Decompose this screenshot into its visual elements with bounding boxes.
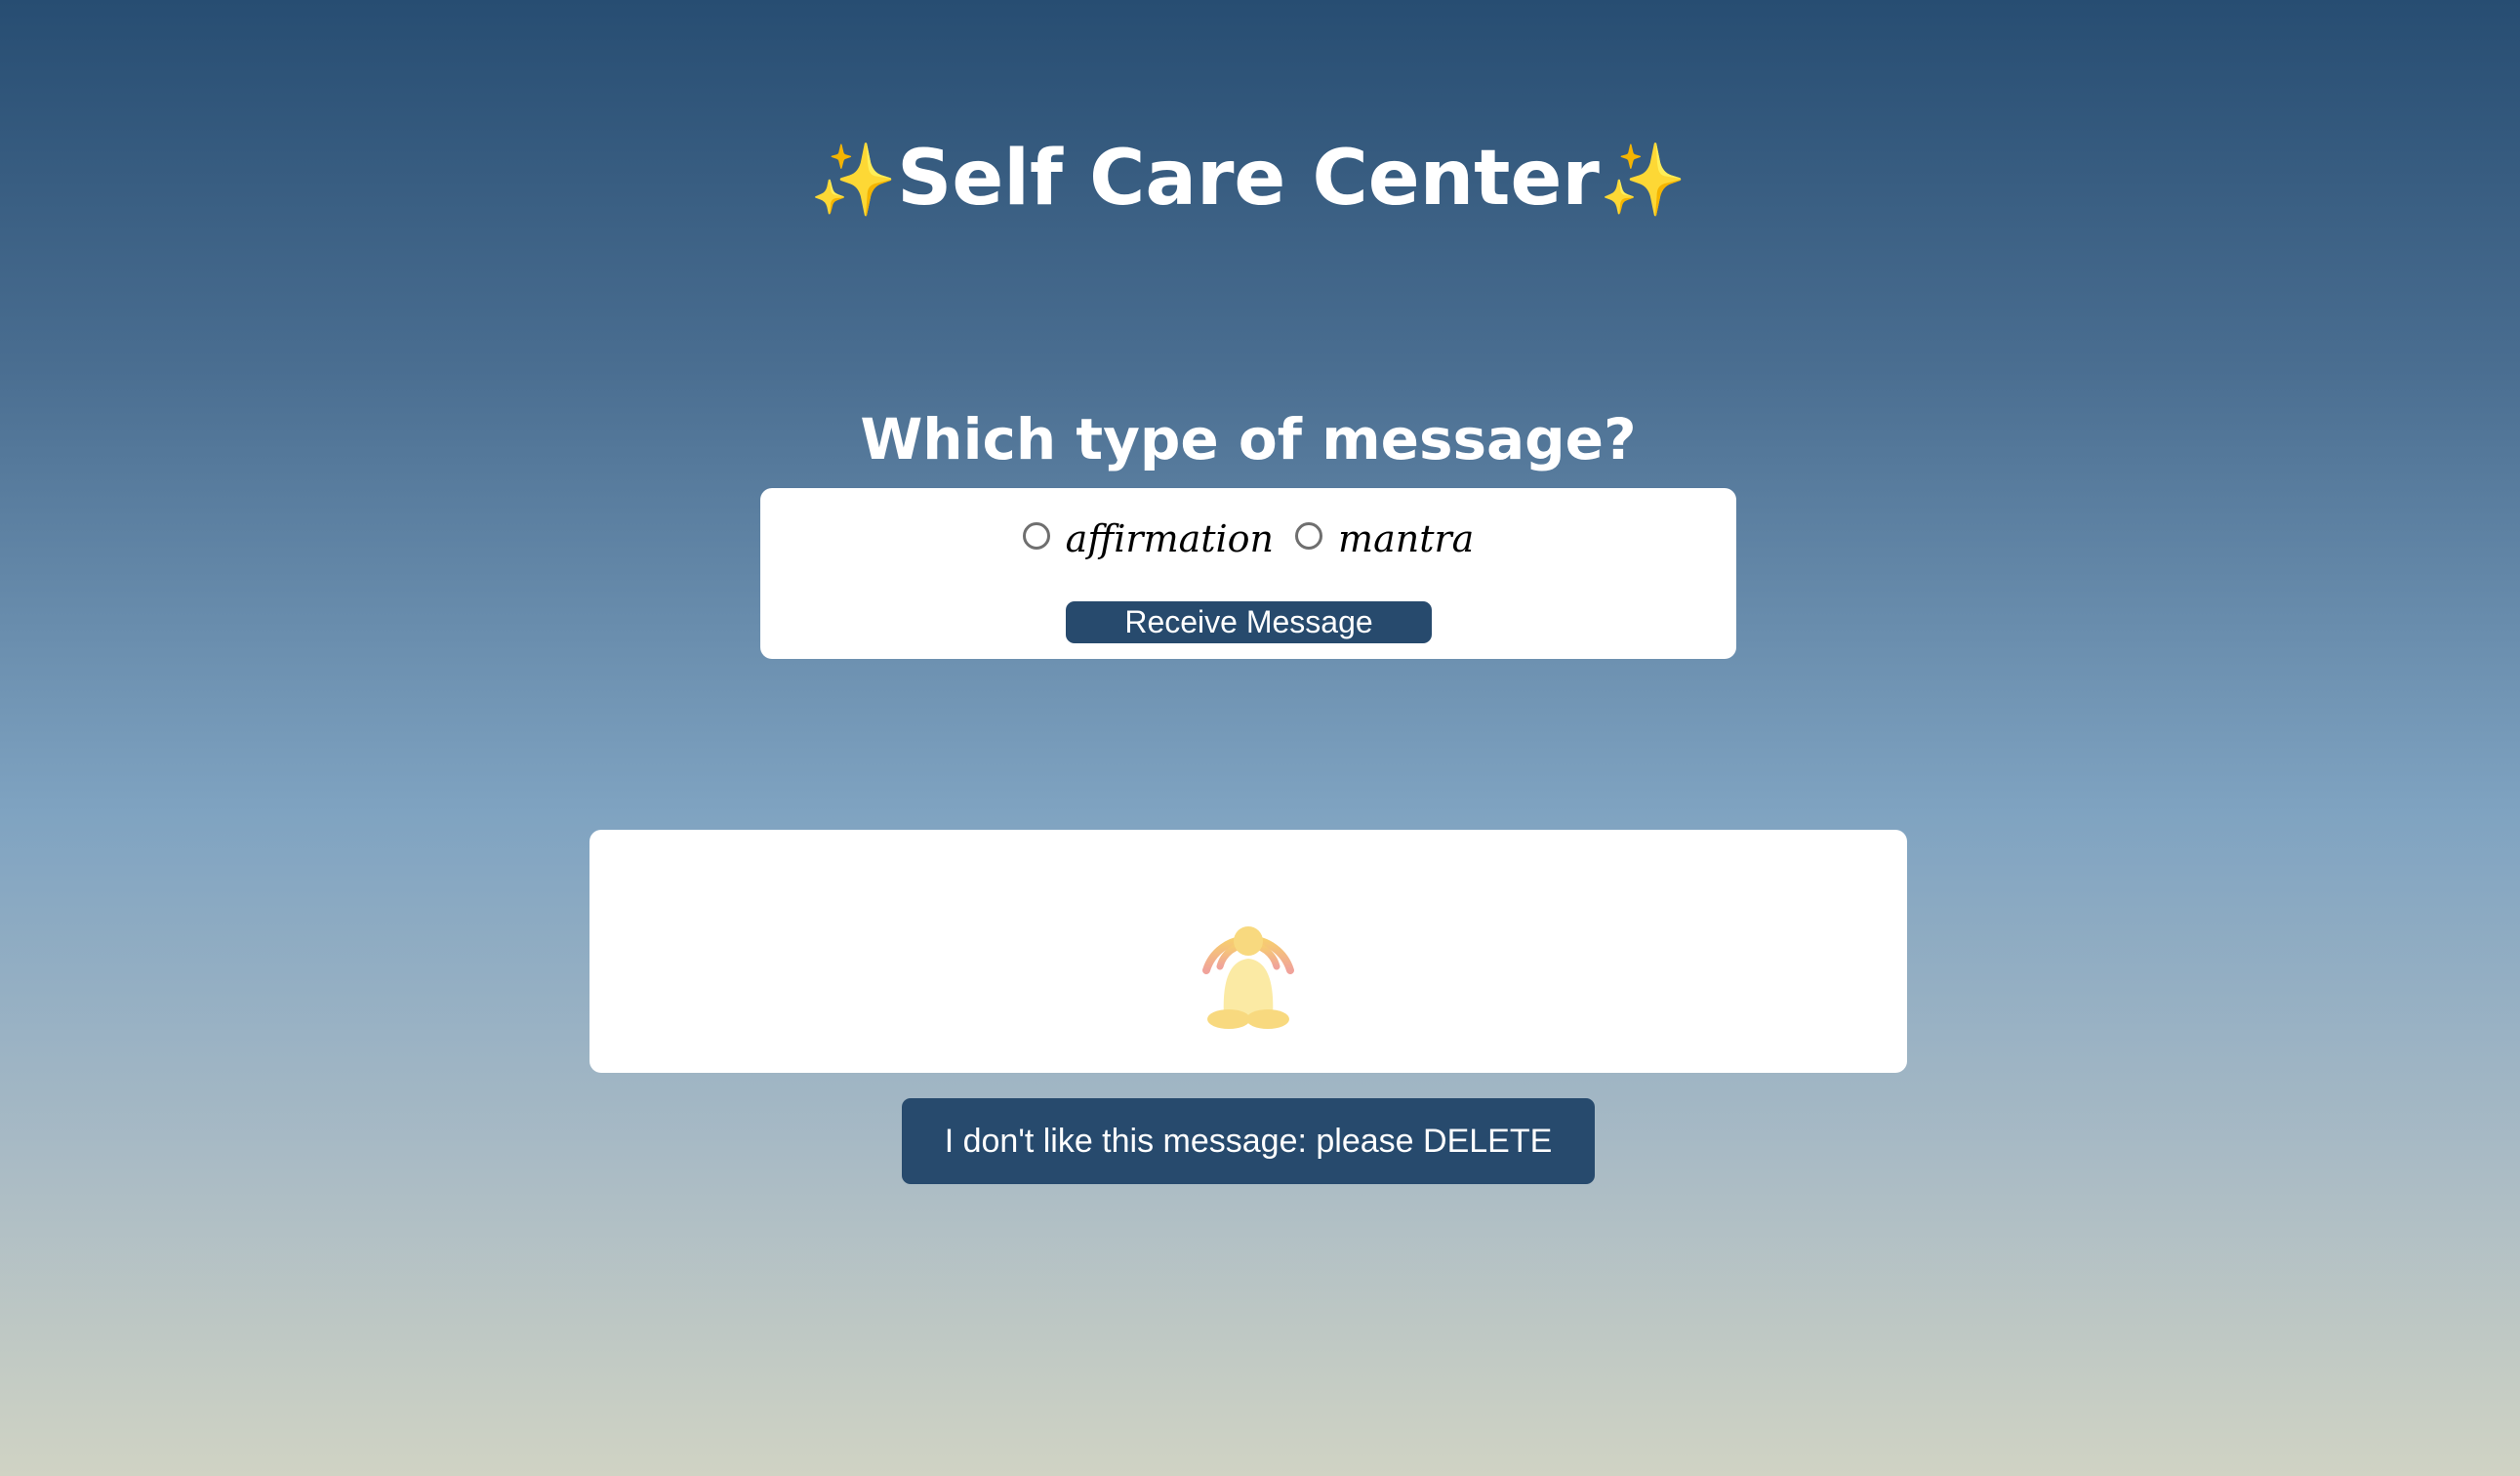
- page-title: ✨Self Care Center✨: [0, 125, 2497, 233]
- mantra-radio[interactable]: [1295, 522, 1323, 550]
- message-type-question: Which type of message?: [860, 406, 1637, 472]
- radio-group: affirmation mantra: [760, 512, 1736, 566]
- receive-message-button[interactable]: Receive Message: [1066, 601, 1432, 643]
- message-display: [589, 830, 1907, 1073]
- message-type-form: affirmation mantra Receive Message: [760, 488, 1736, 659]
- sparkle-icon-right: ✨: [1599, 139, 1687, 221]
- mantra-label[interactable]: mantra: [1338, 512, 1474, 566]
- delete-message-button[interactable]: I don't like this message: please DELETE: [902, 1098, 1595, 1184]
- affirmation-radio[interactable]: [1022, 522, 1050, 550]
- affirmation-label[interactable]: affirmation: [1066, 512, 1274, 566]
- sparkle-icon-left: ✨: [809, 139, 898, 221]
- meditate-icon: [1202, 926, 1294, 1029]
- page-title-text: Self Care Center: [897, 135, 1600, 223]
